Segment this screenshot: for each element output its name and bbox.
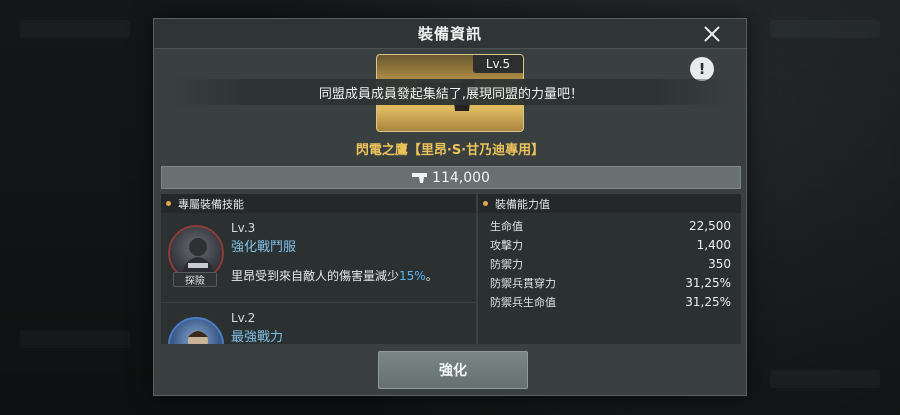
skill-desc-text: 里昂受到來自敵人的傷害量減少	[231, 269, 400, 283]
stat-value: 350	[708, 256, 731, 271]
stat-label: 防禦兵貫穿力	[490, 276, 556, 290]
stat-value: 31,25%	[685, 294, 731, 309]
skill-name: 最強戰力	[231, 330, 284, 344]
skill-level: Lv.3	[231, 221, 256, 235]
notice-text: 同盟成員成員發起集結了,展現同盟的力量吧！	[318, 86, 584, 102]
info-icon[interactable]: !	[690, 57, 714, 81]
skill-item[interactable]: Lv.2 最強戰力	[161, 303, 476, 344]
stat-row: 防禦兵貫穿力 31,25%	[478, 273, 741, 292]
skill-desc-highlight: 15%	[399, 269, 426, 283]
stat-row: 防禦兵生命值 31,25%	[478, 292, 741, 311]
gun-currency-icon	[412, 173, 428, 183]
stat-row: 生命值 22,500	[478, 216, 741, 235]
stat-label: 防禦兵生命值	[490, 295, 556, 309]
bullet-icon	[166, 201, 171, 206]
operator-portrait-icon	[188, 331, 208, 344]
stats-panel-title-text: 裝備能力值	[495, 197, 550, 211]
stat-value: 1,400	[696, 237, 731, 252]
equipment-level-badge: Lv.5	[473, 55, 523, 73]
stat-row: 攻擊力 1,400	[478, 235, 741, 254]
equipment-name: 閃電之鷹【里昂·S·甘乃迪專用】	[355, 143, 545, 158]
alliance-notice-toast: 同盟成員成員發起集結了,展現同盟的力量吧！	[166, 79, 736, 105]
skill-item[interactable]: 探險 Lv.3 強化戰鬥服 里昂受到來自敵人的傷害量減少15%。	[161, 213, 476, 303]
stat-label: 生命值	[490, 219, 523, 233]
skill-desc-suffix: 。	[425, 269, 438, 283]
skill-name: 強化戰鬥服	[231, 240, 297, 255]
dialog-header: 裝備資訊	[154, 19, 746, 49]
backdrop-element	[20, 20, 130, 38]
equipment-stats-panel: 裝備能力值 生命值 22,500 攻擊力 1,400 防禦力 350 防禦兵貫穿…	[478, 194, 741, 344]
bullet-icon	[483, 201, 488, 206]
backdrop-element	[770, 20, 880, 38]
skill-type-tag: 探險	[173, 272, 217, 287]
backdrop-element	[20, 330, 130, 348]
combat-power-bar: 114,000	[161, 166, 741, 189]
operator-icon	[168, 317, 224, 344]
skill-level: Lv.2	[231, 311, 256, 325]
stat-value: 22,500	[689, 218, 731, 233]
combat-power-value: 114,000	[432, 169, 490, 186]
equipment-info-dialog: 裝備資訊 Lv.5 ! 同盟成員成員發起集結了,展現同盟的力量吧！ 閃電之鷹【里…	[153, 18, 747, 396]
backdrop-element	[770, 370, 880, 388]
dialog-title: 裝備資訊	[417, 25, 482, 43]
skills-panel-title-text: 專屬裝備技能	[178, 197, 244, 211]
exclusive-skills-panel: 專屬裝備技能 探險 Lv.3 強化戰鬥服 里昂受到來自敵人的傷害量減少15%。	[161, 194, 476, 344]
skill-description: 里昂受到來自敵人的傷害量減少15%。	[231, 267, 438, 284]
stats-panel-title: 裝備能力值	[478, 194, 741, 213]
stats-list: 生命值 22,500 攻擊力 1,400 防禦力 350 防禦兵貫穿力 31,2…	[478, 213, 741, 311]
stat-row: 防禦力 350	[478, 254, 741, 273]
stat-value: 31,25%	[685, 275, 731, 290]
stat-label: 攻擊力	[490, 238, 523, 252]
enhance-button[interactable]: 強化	[378, 351, 528, 389]
skills-panel-title: 專屬裝備技能	[161, 194, 476, 213]
close-icon[interactable]	[700, 22, 724, 46]
stat-label: 防禦力	[490, 257, 523, 271]
